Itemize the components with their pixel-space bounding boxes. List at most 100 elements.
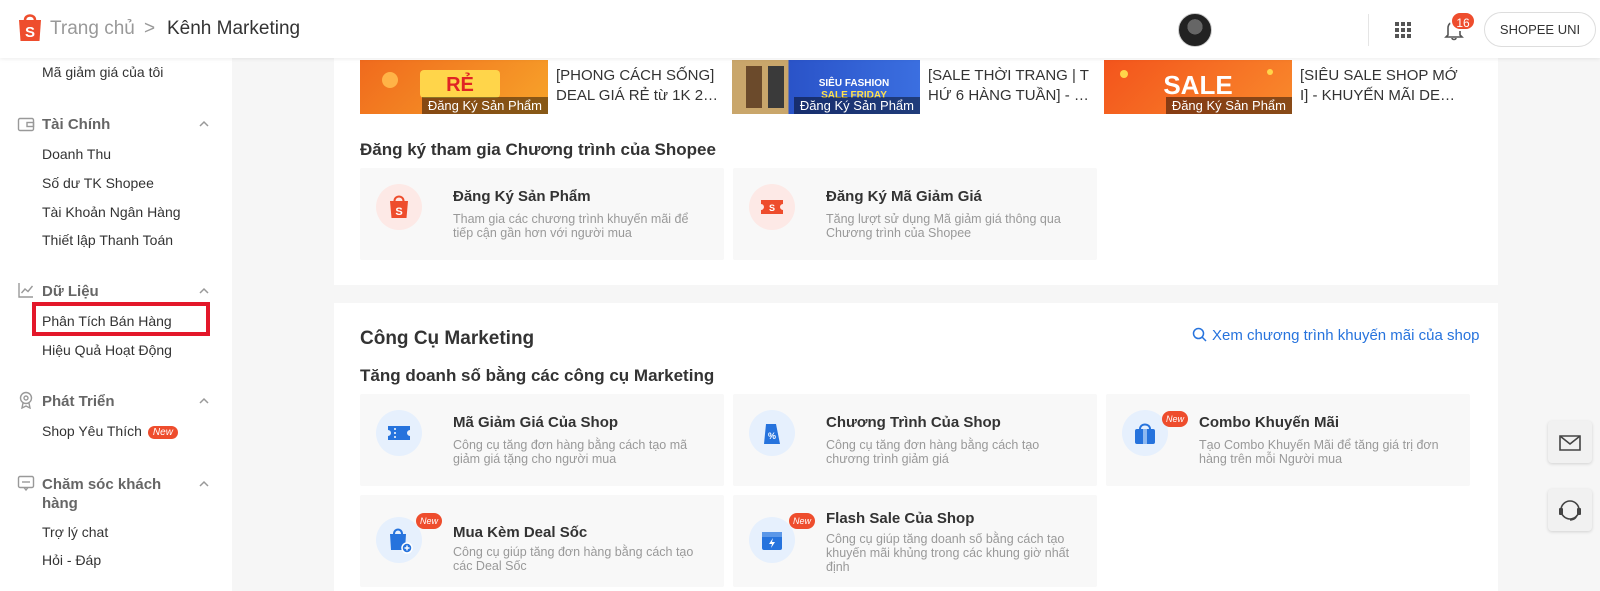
register-product-tile[interactable]: S Đăng Ký Sản Phẩm Tham gia các chương t… (360, 168, 724, 260)
section-title-line: hàng (42, 495, 78, 512)
tile-title: Flash Sale Của Shop (826, 510, 975, 527)
search-icon (1192, 327, 1207, 342)
tile-title: Chương Trình Của Shop (826, 414, 1001, 431)
sidebar-item-balance[interactable]: Số dư TK Shopee (42, 175, 154, 191)
tile-title: Mã Giảm Giá Của Shop (453, 414, 619, 431)
sidebar-item-revenue[interactable]: Doanh Thu (42, 146, 111, 162)
svg-text:SIÊU FASHION: SIÊU FASHION (819, 76, 890, 89)
banner-title-line: [PHONG CÁCH SỐNG] (556, 67, 715, 84)
highlight-box (32, 302, 210, 336)
wallet-icon (17, 117, 35, 132)
notification-badge: 16 (1450, 11, 1476, 31)
tile-description: Tham gia các chương trình khuyến mãi để … (453, 212, 689, 240)
tile-description: Công cụ giúp tăng đơn hàng bằng cách tạo… (453, 545, 694, 573)
chevron-up-icon[interactable] (198, 478, 210, 490)
banner-image[interactable]: SALE Đăng Ký Sản Phẩm (1104, 60, 1292, 114)
sidebar-section-growth[interactable]: Phát Triển (42, 393, 115, 410)
banner-title[interactable]: [SIÊU SALE SHOP MỚ I] - KHUYẾN MÃI DE… (1300, 66, 1468, 106)
message-float-button[interactable] (1548, 421, 1592, 463)
banner-title-line: [SIÊU SALE SHOP MỚ (1300, 67, 1458, 84)
svg-text:S: S (395, 206, 402, 218)
chevron-up-icon[interactable] (198, 395, 210, 407)
growth-target-icon (19, 391, 33, 409)
sidebar-item-payment-settings[interactable]: Thiết lập Thanh Toán (42, 232, 173, 248)
svg-text:%: % (768, 431, 776, 441)
banner-label: Đăng Ký Sản Phẩm (1165, 97, 1292, 114)
banner-label: Đăng Ký Sản Phẩm (793, 97, 920, 114)
shopee-programs-card: RẺ Đăng Ký Sản Phẩm [PHONG CÁCH SỐNG] DE… (334, 58, 1498, 285)
marketing-tools-title: Công Cụ Marketing (360, 328, 535, 349)
register-section-title: Đăng ký tham gia Chương trình của Shopee (360, 140, 716, 159)
tile-icon-bg (376, 410, 422, 456)
new-badge: New (1162, 411, 1188, 427)
view-shop-promotions-link[interactable]: Xem chương trình khuyến mãi của shop (1192, 327, 1480, 344)
chevron-up-icon[interactable] (198, 118, 210, 130)
tile-description: Công cụ tăng đơn hàng bằng cách tạo chươ… (826, 438, 1040, 466)
sidebar-item-bank-account[interactable]: Tài Khoản Ngân Hàng (42, 204, 181, 220)
customer-care-icon (17, 475, 35, 492)
apps-grid-icon[interactable] (1394, 21, 1412, 39)
svg-text:S: S (25, 24, 35, 41)
tile-description: Tạo Combo Khuyến Mãi để tăng giá trị đơn… (1199, 438, 1439, 466)
sidebar-item-chat-assistant[interactable]: Trợ lý chat (42, 524, 108, 540)
register-voucher-tile[interactable]: S Đăng Ký Mã Giảm Giá Tăng lượt sử dụng … (733, 168, 1097, 260)
chart-line-icon (18, 283, 34, 298)
breadcrumb-home[interactable]: Trang chủ (50, 18, 135, 40)
sidebar-section-customer-care[interactable]: Chăm sóc khách hàng (42, 475, 161, 513)
svg-text:S: S (769, 203, 775, 213)
shopping-bag-plus-icon (390, 528, 413, 554)
tile-title: Đăng Ký Sản Phẩm (453, 188, 591, 205)
banner-title-line: DEAL GIÁ RẺ từ 1K 2… (556, 87, 719, 104)
tile-description: Công cụ giúp tăng doanh số bằng cách tạo… (826, 532, 1070, 574)
sidebar-item-label: Shop Yêu Thích (42, 423, 142, 439)
banner-title[interactable]: [PHONG CÁCH SỐNG] DEAL GIÁ RẺ từ 1K 2… (556, 66, 724, 106)
combo-promo-tile[interactable]: New Combo Khuyến Mãi Tạo Combo Khuyến Mã… (1106, 394, 1470, 486)
tile-icon-bg (749, 517, 795, 563)
banner-title-line: I] - KHUYẾN MÃI DE… (1300, 87, 1456, 104)
tile-description: Tăng lượt sử dụng Mã giảm giá thông qua … (826, 212, 1061, 240)
banner-title-line: [SALE THỜI TRANG | T (928, 67, 1089, 84)
flash-store-icon (762, 532, 782, 550)
shop-voucher-tile[interactable]: Mã Giảm Giá Của Shop Công cụ tăng đơn hà… (360, 394, 724, 486)
sidebar-item-my-vouchers[interactable]: Mã giảm giá của tôi (42, 64, 163, 80)
svg-text:RẺ: RẺ (446, 73, 474, 96)
headset-icon (1559, 500, 1581, 521)
support-float-button[interactable] (1548, 489, 1592, 531)
sidebar-item-favorite-shop[interactable]: Shop Yêu Thích New (42, 423, 178, 439)
tile-icon-bg: S (749, 184, 795, 230)
top-header: S Trang chủ > Kênh Marketing 16 SHOPEE U… (0, 0, 1600, 58)
shopee-logo-icon[interactable]: S (16, 11, 44, 43)
sidebar-section-data[interactable]: Dữ Liệu (42, 283, 99, 300)
tile-title: Đăng Ký Mã Giảm Giá (826, 188, 982, 205)
sidebar-item-qa[interactable]: Hỏi - Đáp (42, 552, 101, 568)
add-on-deal-tile[interactable]: New Mua Kèm Deal Sốc Công cụ giúp tăng đ… (360, 495, 724, 587)
tile-icon-bg (376, 517, 422, 563)
tile-description: Công cụ tăng đơn hàng bằng cách tạo mã g… (453, 438, 688, 466)
banner-image[interactable]: RẺ Đăng Ký Sản Phẩm (360, 60, 548, 114)
svg-text:SALE: SALE (1163, 70, 1232, 100)
header-divider (1368, 14, 1369, 46)
banner-label: Đăng Ký Sản Phẩm (421, 97, 548, 114)
banner-image[interactable]: SIÊU FASHION SALE FRIDAY Đăng Ký Sản Phẩ… (732, 60, 920, 114)
shopee-uni-button[interactable]: SHOPEE UNI (1484, 12, 1596, 47)
banner-title-line: HỨ 6 HÀNG TUẦN] - … (928, 87, 1089, 104)
shop-program-tile[interactable]: % Chương Trình Của Shop Công cụ tăng đơn… (733, 394, 1097, 486)
new-badge: New (789, 513, 815, 529)
chevron-up-icon[interactable] (198, 285, 210, 297)
discount-tag-icon: % (764, 424, 780, 444)
new-badge: New (416, 513, 442, 529)
breadcrumb-separator: > (144, 18, 156, 39)
banner-title[interactable]: [SALE THỜI TRANG | T HỨ 6 HÀNG TUẦN] - … (928, 66, 1096, 106)
section-title-line: Chăm sóc khách (42, 476, 162, 493)
mail-icon (1559, 435, 1581, 451)
voucher-ticket-icon (388, 426, 410, 440)
tile-icon-bg: % (749, 410, 795, 456)
sidebar-section-finance[interactable]: Tài Chính (42, 116, 110, 133)
user-avatar[interactable] (1178, 13, 1212, 47)
flash-sale-tile[interactable]: New Flash Sale Của Shop Công cụ giúp tăn… (733, 495, 1097, 587)
tile-title: Mua Kèm Deal Sốc (453, 524, 588, 541)
marketing-tools-subtitle: Tăng doanh số bằng các công cụ Marketing (360, 366, 715, 385)
breadcrumb-current: Kênh Marketing (167, 18, 301, 39)
marketing-tools-card: Công Cụ Marketing Tăng doanh số bằng các… (334, 303, 1498, 591)
sidebar-item-performance[interactable]: Hiệu Quả Hoạt Động (42, 342, 172, 358)
